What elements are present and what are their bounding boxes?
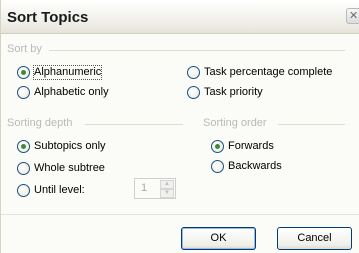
radio-label: Forwards bbox=[228, 139, 274, 152]
ok-button[interactable]: OK bbox=[181, 227, 256, 250]
level-spinner[interactable]: 1 ▲ ▼ bbox=[134, 178, 176, 199]
sorting-depth-group-title: Sorting depth bbox=[7, 117, 73, 129]
radio-alphabetic-only[interactable]: Alphabetic only bbox=[17, 85, 109, 99]
title-bar: Sort Topics ✕ bbox=[1, 0, 359, 34]
radio-subtopics-only[interactable]: Subtopics only bbox=[17, 139, 106, 153]
radio-whole-subtree[interactable]: Whole subtree bbox=[17, 161, 105, 175]
button-area-divider bbox=[1, 214, 359, 215]
close-icon: ✕ bbox=[349, 10, 359, 22]
radio-label: Task percentage complete bbox=[204, 65, 333, 78]
sorting-depth-divider bbox=[85, 124, 183, 125]
sorting-order-group-title: Sorting order bbox=[203, 117, 267, 129]
radio-circle bbox=[17, 161, 30, 175]
cancel-button[interactable]: Cancel bbox=[277, 227, 352, 250]
sort-by-divider bbox=[49, 50, 345, 51]
radio-label: Until level: bbox=[34, 183, 85, 196]
radio-circle bbox=[17, 85, 30, 99]
radio-label: Alphanumeric bbox=[32, 64, 103, 80]
radio-task-priority[interactable]: Task priority bbox=[187, 85, 263, 99]
radio-label: Backwards bbox=[228, 159, 282, 172]
radio-forwards[interactable]: Forwards bbox=[211, 139, 274, 153]
dialog-title: Sort Topics bbox=[7, 9, 89, 26]
radio-label: Subtopics only bbox=[34, 139, 106, 152]
radio-label: Whole subtree bbox=[34, 161, 105, 174]
spinner-up-icon[interactable]: ▲ bbox=[160, 180, 174, 189]
radio-label: Alphabetic only bbox=[34, 85, 109, 98]
radio-circle bbox=[211, 139, 224, 153]
radio-circle bbox=[17, 65, 30, 79]
sorting-order-divider bbox=[278, 124, 345, 125]
radio-circle bbox=[187, 85, 200, 99]
radio-circle bbox=[17, 139, 30, 153]
radio-backwards[interactable]: Backwards bbox=[211, 159, 282, 173]
radio-label: Task priority bbox=[204, 85, 263, 98]
sort-topics-dialog: Sort Topics ✕ Sort by Alphanumeric Alpha… bbox=[0, 0, 359, 253]
radio-circle bbox=[17, 183, 30, 197]
radio-circle bbox=[187, 65, 200, 79]
radio-circle bbox=[211, 159, 224, 173]
level-value: 1 bbox=[141, 182, 148, 194]
radio-alphanumeric[interactable]: Alphanumeric bbox=[17, 64, 103, 80]
sort-by-group-title: Sort by bbox=[7, 43, 42, 55]
radio-until-level[interactable]: Until level: bbox=[17, 183, 85, 197]
spinner-down-icon[interactable]: ▼ bbox=[160, 189, 174, 198]
close-button[interactable]: ✕ bbox=[346, 8, 359, 24]
radio-task-percentage[interactable]: Task percentage complete bbox=[187, 65, 332, 79]
